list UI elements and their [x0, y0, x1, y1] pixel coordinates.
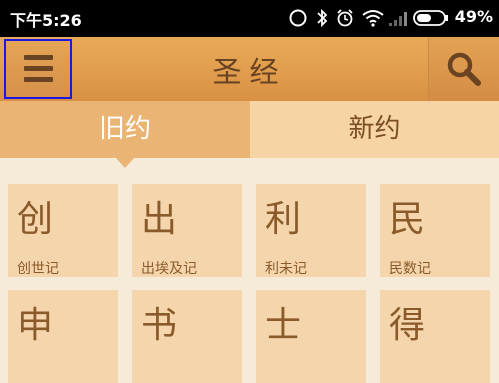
book-name: 出埃及记 [141, 261, 197, 277]
tab-new-testament[interactable]: 新约 [250, 101, 499, 158]
book-card-genesis[interactable]: 创 创世记 [8, 184, 118, 277]
search-button[interactable] [428, 37, 499, 101]
active-tab-pointer [116, 158, 134, 168]
wifi-icon [362, 10, 384, 27]
signal-icon [389, 12, 407, 26]
battery-percentage: 49% [454, 7, 493, 26]
book-initial: 申 [17, 305, 54, 346]
book-name: 利未记 [265, 261, 307, 277]
status-time: 下午5:26 [10, 11, 82, 30]
battery-icon [413, 10, 448, 26]
book-initial: 士 [265, 305, 302, 346]
app-title: 圣经 [212, 55, 287, 89]
tab-old-testament[interactable]: 旧约 [0, 101, 250, 158]
book-card-numbers[interactable]: 民 民数记 [380, 184, 490, 277]
book-name: 民数记 [389, 261, 431, 277]
status-bar: 下午5:26 49% [0, 0, 499, 37]
book-name: 创世记 [17, 261, 59, 277]
book-initial: 出 [141, 199, 178, 240]
book-card-judges[interactable]: 士 [256, 290, 366, 383]
sync-icon [289, 9, 307, 27]
book-initial: 利 [265, 199, 302, 240]
book-card-exodus[interactable]: 出 出埃及记 [132, 184, 242, 277]
app-header: 圣经 [0, 37, 499, 101]
book-initial: 民 [389, 199, 426, 240]
book-card-ruth[interactable]: 得 [380, 290, 490, 383]
search-icon [447, 52, 481, 86]
book-card-deuteronomy[interactable]: 申 [8, 290, 118, 383]
book-initial: 创 [17, 199, 54, 240]
book-initial: 书 [141, 305, 178, 346]
testament-tabs: 旧约 新约 [0, 101, 499, 158]
alarm-icon [337, 9, 353, 27]
book-initial: 得 [389, 305, 426, 346]
book-card-joshua[interactable]: 书 [132, 290, 242, 383]
bluetooth-icon [317, 8, 328, 28]
book-card-leviticus[interactable]: 利 利未记 [256, 184, 366, 277]
